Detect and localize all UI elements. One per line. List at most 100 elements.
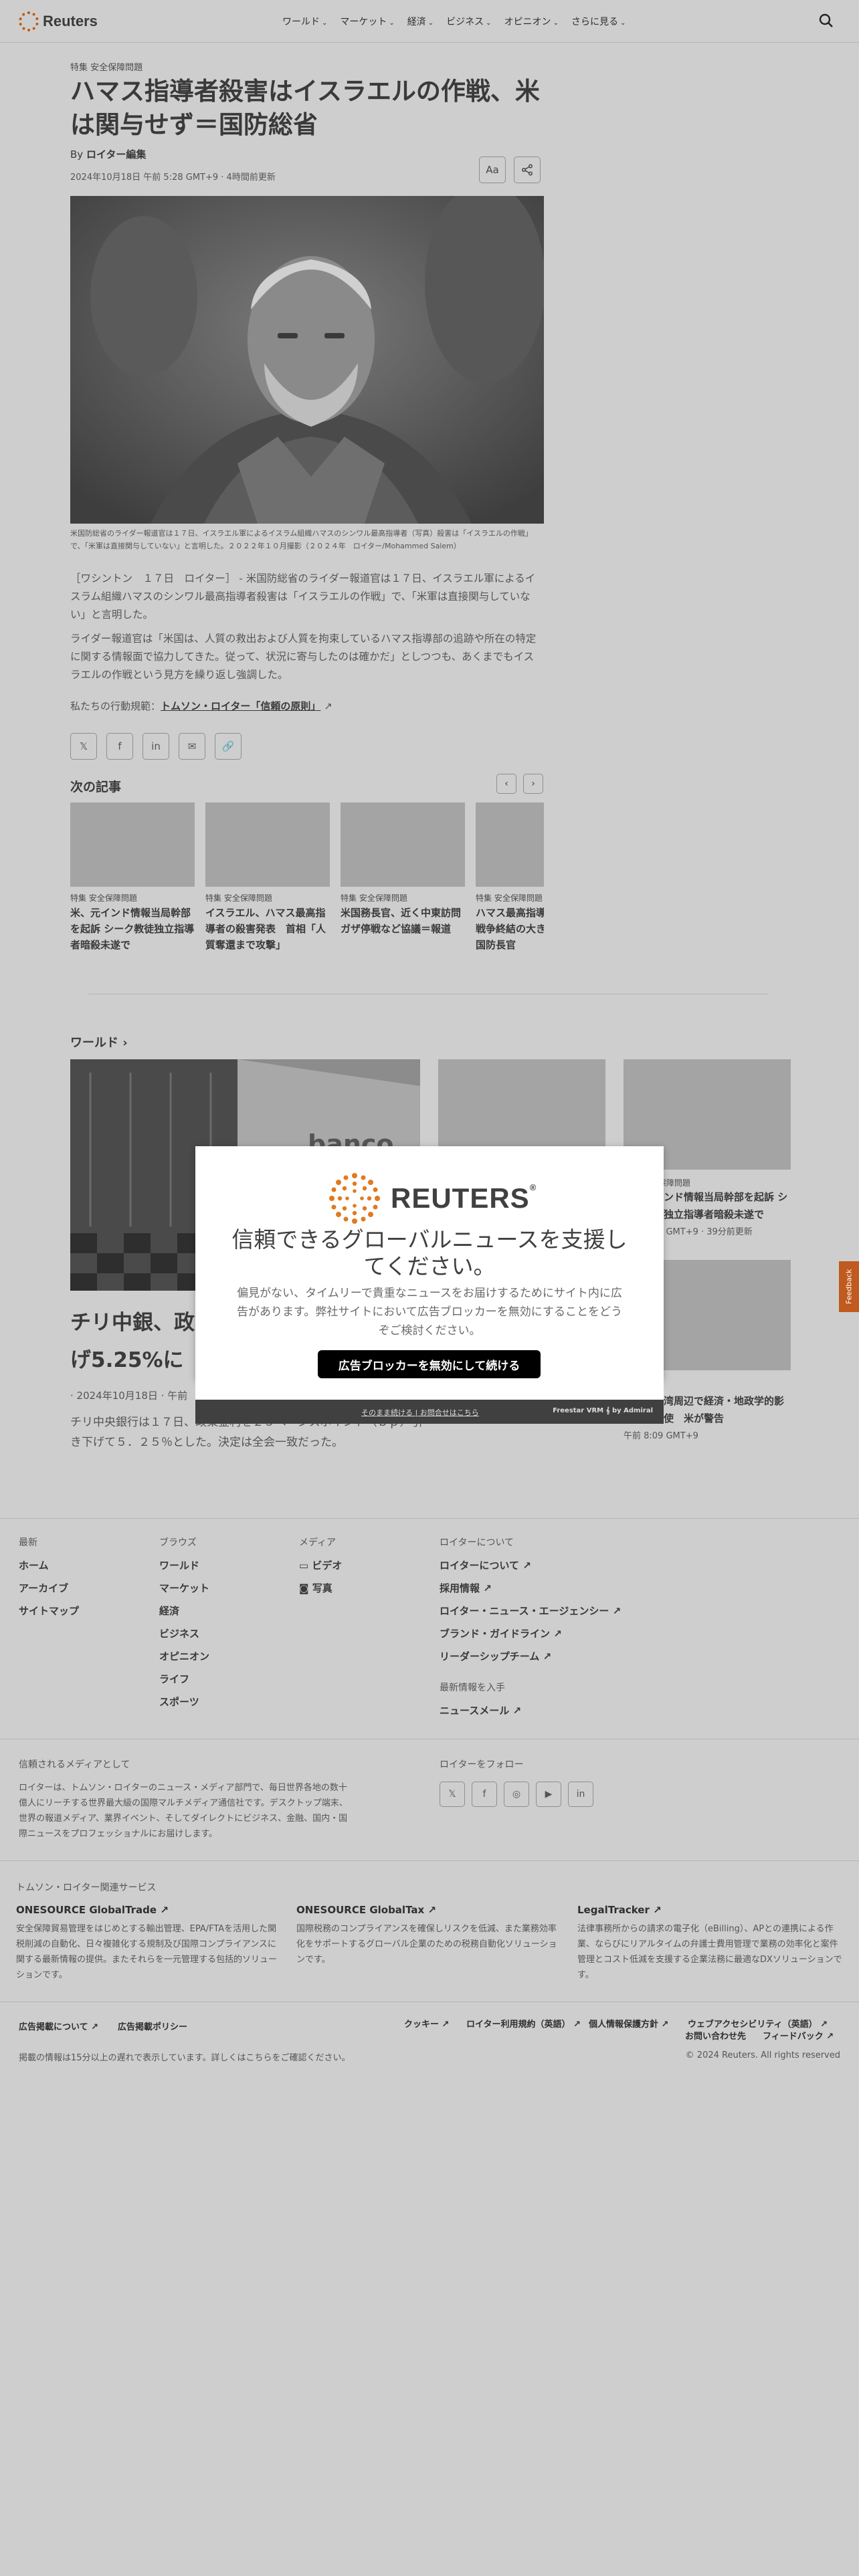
card-thumbnail	[205, 802, 330, 887]
chevron-down-icon: ⌄	[486, 19, 492, 27]
next-article-card[interactable]: 特集 安全保障問題 ハマス最高指導者の殺害、戦争終結の大きな機会＝米国防長官	[476, 802, 544, 953]
external-link-icon: ↗	[612, 1605, 622, 1617]
main-nav: ワールド ⌄ マーケット ⌄ 経済 ⌄ ビジネス ⌄ オピニオン ⌄ さらに見る ⌄	[282, 15, 626, 28]
footer-link[interactable]: ブランド・ガイドライン ↗	[440, 1626, 621, 1640]
legal-link-label: 広告掲載について	[19, 2022, 88, 2032]
share-button[interactable]	[514, 156, 541, 183]
photo-caption: 米国防総省のライダー報道官は１７日、イスラエル軍によるイスラム組織ハマスのシンワ…	[70, 529, 533, 550]
product-name-label: ONESOURCE GlobalTax	[296, 1904, 425, 1916]
linkedin-share-icon[interactable]: in	[142, 733, 169, 760]
legal-link[interactable]: クッキー ↗	[404, 2017, 449, 2030]
footer-link[interactable]: ▭ ビデオ	[299, 1558, 342, 1572]
instagram-icon[interactable]: ◎	[504, 1782, 529, 1807]
modal-footer-links[interactable]: そのまま続ける | お問合せはこちら	[361, 1407, 479, 1418]
product-name: ONESOURCE GlobalTax ↗	[296, 1904, 564, 1916]
disable-adblock-button[interactable]: 広告ブロッカーを無効にして続ける	[318, 1350, 541, 1378]
facebook-share-icon[interactable]: f	[106, 733, 133, 760]
principles-link[interactable]: トムソン・ロイター「信頼の原則」	[161, 700, 320, 712]
footer-link[interactable]: ロイターについて ↗	[440, 1558, 621, 1572]
footer-link[interactable]: ◙ 写真	[299, 1581, 342, 1595]
reuters-logo[interactable]: Reuters	[19, 11, 98, 31]
legal-link[interactable]: ロイター利用規約（英語） ↗	[466, 2017, 581, 2030]
hero-photo	[70, 196, 544, 524]
nav-world[interactable]: ワールド ⌄	[282, 15, 327, 28]
trust-heading: 信頼されるメディアとして	[19, 1759, 130, 1770]
external-link-icon: ↗	[522, 1560, 531, 1572]
world-section-heading[interactable]: ワールド ›	[70, 1033, 128, 1051]
product-name-label: ONESOURCE GlobalTrade	[16, 1904, 157, 1916]
copy-link-icon[interactable]: 🔗	[215, 733, 242, 760]
article-tools: Aa	[479, 156, 541, 183]
footer-link-label: リーダーシップチーム	[440, 1650, 540, 1662]
footer-link[interactable]: ビジネス	[159, 1626, 209, 1640]
legal-link[interactable]: フィードバック ↗	[763, 2029, 834, 2042]
footer-heading: 最新情報を入手	[440, 1683, 505, 1693]
footer-heading: メディア	[299, 1537, 337, 1548]
youtube-icon[interactable]: ▶	[536, 1782, 561, 1807]
page-title: ハマス指導者殺害はイスラエルの作戦、米は関与せず＝国防総省	[70, 77, 540, 139]
footer-link[interactable]: アーカイブ	[19, 1581, 79, 1595]
video-icon: ▭	[299, 1560, 312, 1572]
x-share-icon[interactable]: 𝕏	[70, 733, 97, 760]
side-date: 午前 8:09 GMT+9	[624, 1431, 698, 1441]
footer-link[interactable]: マーケット	[159, 1581, 209, 1595]
follow-heading: ロイターをフォロー	[440, 1759, 524, 1770]
footer-link-label: ロイターについて	[440, 1560, 519, 1572]
next-article-card[interactable]: 特集 安全保障問題 米、元インド情報当局幹部を起訴 シーク教徒独立指導者暗殺未遂…	[70, 802, 195, 953]
social-links: 𝕏 f ◎ ▶ in	[440, 1782, 593, 1807]
nav-label: さらに見る	[571, 17, 618, 27]
chevron-right-icon[interactable]: ›	[523, 774, 543, 794]
nav-business[interactable]: ビジネス ⌄	[446, 15, 491, 28]
legal-link[interactable]: 広告掲載ポリシー	[118, 2020, 187, 2032]
footer-link[interactable]: オピニオン	[159, 1649, 209, 1663]
footer-link[interactable]: サイトマップ	[19, 1604, 79, 1618]
product-name: ONESOURCE GlobalTrade ↗	[16, 1904, 284, 1916]
product-legaltracker[interactable]: LegalTracker ↗ 法律事務所からの請求の電子化（eBilling）、…	[577, 1904, 845, 1983]
external-link-icon: ↗	[826, 2032, 834, 2042]
email-share-icon[interactable]: ✉	[179, 733, 205, 760]
next-article-card[interactable]: 特集 安全保障問題 米国務長官、近く中東訪問 ガザ停戦など協議＝報道	[341, 802, 465, 937]
chevron-left-icon[interactable]: ‹	[496, 774, 516, 794]
legal-link[interactable]: お問い合わせ先	[685, 2029, 746, 2042]
footer-link[interactable]: ライフ	[159, 1672, 209, 1686]
next-article-card[interactable]: 特集 安全保障問題 イスラエル、ハマス最高指導者の殺害発表 首相「人質奪還まで攻…	[205, 802, 330, 953]
footer-link[interactable]: ニュースメール ↗	[440, 1703, 621, 1717]
article-dateline: 2024年10月18日 午前 5:28 GMT+9 · 4時間前更新	[70, 173, 276, 183]
product-globaltrade[interactable]: ONESOURCE GlobalTrade ↗ 安全保障貿易管理をはじめとする輸…	[16, 1904, 284, 1983]
copyright: © 2024 Reuters. All rights reserved	[685, 2050, 840, 2060]
article-kicker[interactable]: 特集 安全保障問題	[70, 60, 544, 73]
footer-link[interactable]: スポーツ	[159, 1695, 209, 1709]
chevron-down-icon: ⌄	[389, 19, 395, 27]
x-icon[interactable]: 𝕏	[440, 1782, 465, 1807]
byline: By ロイター編集	[70, 147, 544, 161]
delay-note[interactable]: 掲載の情報は15分以上の遅れで表示しています。詳しくはこちらをご確認ください。	[19, 2050, 350, 2063]
search-icon[interactable]	[818, 12, 835, 29]
footer-link-label: ビデオ	[312, 1560, 343, 1572]
footer-link[interactable]: リーダーシップチーム ↗	[440, 1649, 621, 1663]
footer-link[interactable]: 採用情報 ↗	[440, 1581, 621, 1595]
external-link-icon: ↗	[512, 1705, 522, 1717]
feedback-tab[interactable]: Feedback	[839, 1261, 859, 1312]
card-title: 米国務長官、近く中東訪問 ガザ停戦など協議＝報道	[341, 907, 462, 935]
nav-markets[interactable]: マーケット ⌄	[340, 15, 394, 28]
next-articles-heading: 次の記事	[70, 780, 122, 794]
byline-author[interactable]: ロイター編集	[86, 148, 146, 160]
linkedin-icon[interactable]: in	[568, 1782, 593, 1807]
legal-link[interactable]: 個人情報保護方針 ↗	[589, 2017, 668, 2030]
font-size-button[interactable]: Aa	[479, 156, 506, 183]
footer-link-label: ニュースメール	[440, 1705, 510, 1717]
product-globaltax[interactable]: ONESOURCE GlobalTax ↗ 国際税務のコンプライアンスを確保しリ…	[296, 1904, 564, 1967]
footer-about: ロイターについて ロイターについて ↗ 採用情報 ↗ ロイター・ニュース・エージ…	[440, 1535, 621, 1726]
footer-link[interactable]: ロイター・ニュース・エージェンシー ↗	[440, 1604, 621, 1618]
facebook-icon[interactable]: f	[472, 1782, 497, 1807]
legal-link[interactable]: 広告掲載について ↗	[19, 2020, 98, 2032]
nav-economy[interactable]: 経済 ⌄	[407, 15, 434, 28]
site-header: Reuters ワールド ⌄ マーケット ⌄ 経済 ⌄ ビジネス ⌄ オピニオン ⌄ さら…	[0, 0, 859, 43]
footer-link[interactable]: ワールド	[159, 1558, 209, 1572]
legal-link[interactable]: ウェブアクセシビリティ（英語） ↗	[688, 2017, 828, 2030]
nav-more[interactable]: さらに見る ⌄	[571, 15, 626, 28]
card-kicker: 特集 安全保障問題	[70, 893, 137, 903]
footer-link[interactable]: ホーム	[19, 1558, 79, 1572]
footer-link[interactable]: 経済	[159, 1604, 209, 1618]
nav-opinion[interactable]: オピニオン ⌄	[504, 15, 559, 28]
